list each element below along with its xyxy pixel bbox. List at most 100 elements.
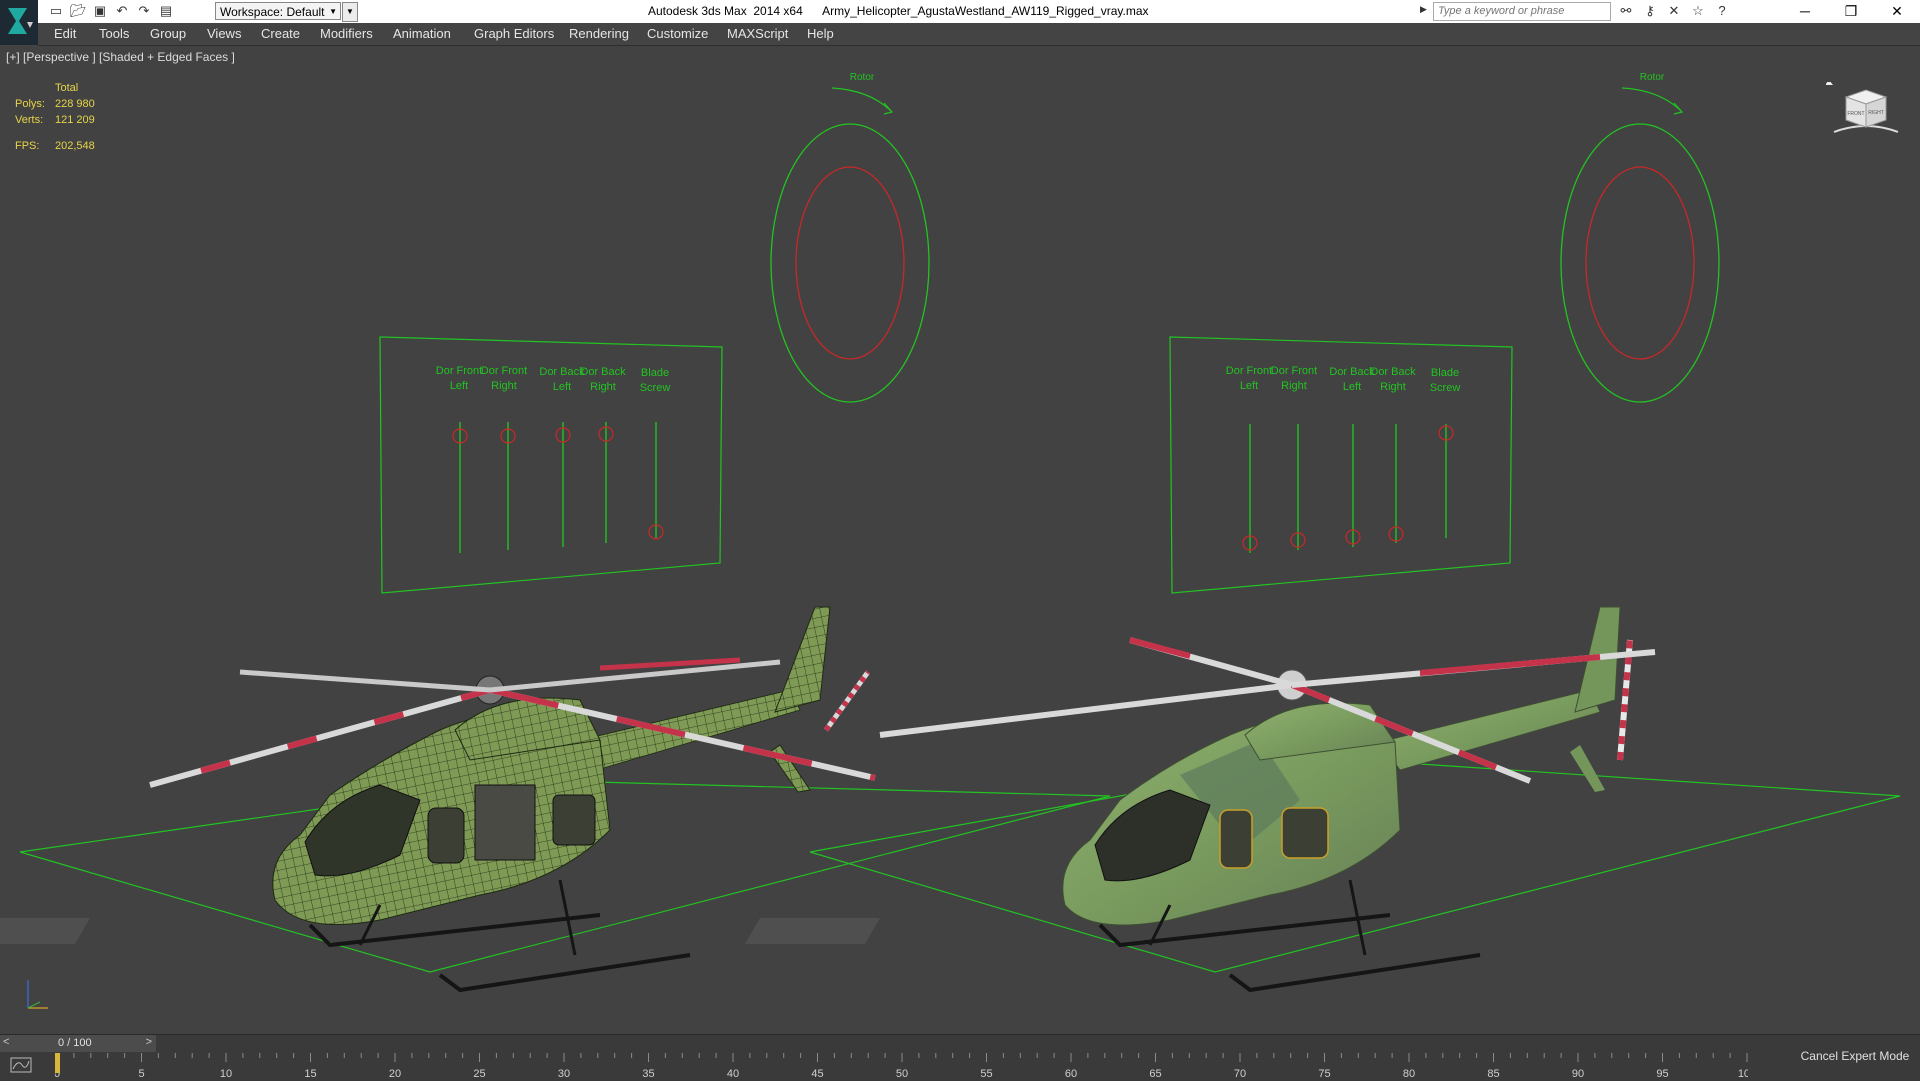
undo-icon[interactable]: ↶ bbox=[114, 3, 130, 19]
right-rotor-arrow bbox=[1621, 87, 1683, 113]
new-file-icon[interactable]: ▭ bbox=[48, 3, 64, 19]
right-slider-4-line2: Right bbox=[1380, 381, 1406, 393]
menu-help[interactable]: Help bbox=[807, 26, 834, 41]
track-tick-label: 60 bbox=[1065, 1068, 1077, 1080]
title-bar: ▭ 📂︎ ▣ ↶ ↷ ▤ Workspace: Default ▼ ▼ Auto… bbox=[0, 0, 1920, 23]
window-title: Autodesk 3ds Max 2014 x64 Army_Helicopte… bbox=[648, 4, 1149, 18]
left-slider-4-line1: Dor Back bbox=[580, 366, 626, 378]
infocenter-toolbar: ⚯ ⚷ ✕ ☆ ? bbox=[1617, 3, 1731, 19]
track-tick-label: 75 bbox=[1318, 1068, 1330, 1080]
right-rotor-ring[interactable] bbox=[1560, 123, 1720, 403]
stats-total-label: Total bbox=[55, 82, 79, 94]
left-slider-5-line1: Blade bbox=[641, 367, 669, 379]
left-slider-3-line2: Left bbox=[553, 381, 571, 393]
redo-icon[interactable]: ↷ bbox=[136, 3, 152, 19]
left-rotor-inner-ring[interactable] bbox=[795, 166, 905, 360]
track-tick-label: 10 bbox=[220, 1068, 232, 1080]
track-tick-label: 85 bbox=[1487, 1068, 1499, 1080]
right-slider-3-line2: Left bbox=[1343, 381, 1361, 393]
menu-rendering[interactable]: Rendering bbox=[569, 26, 629, 41]
right-rotor-label: Rotor bbox=[1640, 72, 1665, 83]
right-slider-3-line1: Dor Back bbox=[1329, 366, 1375, 378]
viewport-scene[interactable]: Dor Front Left Dor Front Right Dor Back … bbox=[0, 46, 1920, 1034]
next-frame-icon[interactable]: > bbox=[146, 1036, 152, 1048]
right-slider-tracks bbox=[1249, 424, 1447, 553]
open-file-icon[interactable]: 📂︎ bbox=[70, 3, 87, 19]
track-tick-label: 55 bbox=[980, 1068, 992, 1080]
menu-create[interactable]: Create bbox=[261, 26, 300, 41]
right-slider-1-line2: Left bbox=[1240, 380, 1258, 392]
track-tick-label: 35 bbox=[642, 1068, 654, 1080]
left-slider-5-line2: Screw bbox=[640, 382, 671, 394]
save-icon[interactable]: ▣ bbox=[92, 3, 108, 19]
cancel-expert-mode-button[interactable]: Cancel Expert Mode bbox=[1790, 1043, 1920, 1069]
binoculars-icon[interactable]: ⚯ bbox=[1617, 3, 1635, 19]
workspace-select[interactable]: Workspace: Default ▼ bbox=[215, 2, 341, 20]
menu-animation[interactable]: Animation bbox=[393, 26, 451, 41]
close-icon[interactable]: ✕ bbox=[1874, 0, 1920, 23]
left-rotor-label: Rotor bbox=[850, 72, 875, 83]
viewport-label[interactable]: [+] [Perspective ] [Shaded + Edged Faces… bbox=[6, 50, 235, 64]
right-slider-1-line1: Dor Front bbox=[1226, 365, 1272, 377]
polys-label: Polys: bbox=[15, 98, 45, 110]
right-slider-5-line2: Screw bbox=[1430, 382, 1461, 394]
viewcube-front-label: FRONT bbox=[1847, 111, 1864, 117]
fps-label: FPS: bbox=[15, 140, 40, 152]
left-helicopter-model[interactable] bbox=[0, 606, 876, 993]
right-slider-4-line1: Dor Back bbox=[1370, 366, 1416, 378]
perspective-viewport[interactable]: Dor Front Left Dor Front Right Dor Back … bbox=[0, 46, 1920, 1034]
track-tick-label: 20 bbox=[389, 1068, 401, 1080]
file-name: Army_Helicopter_AgustaWestland_AW119_Rig… bbox=[822, 4, 1149, 18]
caret-right-icon[interactable]: ▶ bbox=[1420, 4, 1427, 15]
right-slider-handles[interactable] bbox=[1242, 425, 1454, 551]
menu-customize[interactable]: Customize bbox=[647, 26, 708, 41]
curve-editor-icon[interactable] bbox=[10, 1057, 32, 1073]
left-rotor-ring[interactable] bbox=[770, 123, 930, 403]
left-rig-labels: Dor Front Left Dor Front Right Dor Back … bbox=[436, 365, 671, 394]
track-tick-label: 5 bbox=[138, 1068, 144, 1080]
right-rotor-inner-ring[interactable] bbox=[1585, 166, 1695, 360]
menu-maxscript[interactable]: MAXScript bbox=[727, 26, 788, 41]
track-tick-label: 40 bbox=[727, 1068, 739, 1080]
viewcube-right-label: RIGHT bbox=[1868, 110, 1884, 116]
menu-edit[interactable]: Edit bbox=[54, 26, 76, 41]
axis-tripod-icon bbox=[27, 980, 48, 1009]
track-tick-label: 70 bbox=[1234, 1068, 1246, 1080]
signin-icon[interactable]: ✕ bbox=[1665, 3, 1683, 19]
prev-frame-icon[interactable]: < bbox=[3, 1036, 9, 1048]
menu-bar: Edit Tools Group Views Create Modifiers … bbox=[38, 23, 1920, 46]
search-input[interactable] bbox=[1433, 2, 1611, 21]
track-tick-label: 80 bbox=[1403, 1068, 1415, 1080]
menu-modifiers[interactable]: Modifiers bbox=[320, 26, 373, 41]
workspace-dropdown-button[interactable]: ▼ bbox=[342, 2, 358, 22]
time-slider[interactable]: < 0 / 100 > bbox=[0, 1035, 156, 1052]
favorites-star-icon[interactable]: ☆ bbox=[1689, 3, 1707, 19]
left-slider-2-line2: Right bbox=[491, 380, 517, 392]
track-tick-label: 30 bbox=[558, 1068, 570, 1080]
scene-stats: Total Polys: 228 980 Verts: 121 209 FPS: 20… bbox=[15, 80, 95, 154]
app-menu-button[interactable] bbox=[0, 0, 38, 45]
left-slider-1-line2: Left bbox=[450, 380, 468, 392]
home-icon bbox=[1826, 82, 1833, 85]
track-tick-label: 50 bbox=[896, 1068, 908, 1080]
viewcube[interactable]: FRONT RIGHT bbox=[1826, 82, 1906, 136]
minimize-icon[interactable]: ─ bbox=[1782, 0, 1828, 23]
app-name: Autodesk 3ds Max 2014 x64 bbox=[648, 4, 803, 18]
menu-tools[interactable]: Tools bbox=[99, 26, 129, 41]
track-bar[interactable]: 0 5 10 15 20 25 30 35 40 45 50 55 60 65 70 75 80 85 90 95 10… bbox=[55, 1053, 1748, 1080]
menu-group[interactable]: Group bbox=[150, 26, 186, 41]
3dsmax-logo-icon bbox=[8, 8, 33, 34]
project-folder-icon[interactable]: ▤ bbox=[158, 3, 174, 19]
right-helicopter-model[interactable] bbox=[744, 606, 1656, 993]
menu-views[interactable]: Views bbox=[207, 26, 241, 41]
chevron-down-icon: ▼ bbox=[329, 7, 337, 16]
help-icon[interactable]: ? bbox=[1713, 3, 1731, 19]
left-slider-handles[interactable] bbox=[452, 426, 664, 540]
time-cursor bbox=[55, 1053, 60, 1073]
quick-access-toolbar: ▭ 📂︎ ▣ ↶ ↷ ▤ bbox=[48, 3, 174, 19]
right-slider-2-line2: Right bbox=[1281, 380, 1307, 392]
frame-display: 0 / 100 bbox=[58, 1037, 92, 1049]
menu-graph-editors[interactable]: Graph Editors bbox=[474, 26, 554, 41]
key-icon[interactable]: ⚷ bbox=[1641, 3, 1659, 19]
restore-icon[interactable]: ❐ bbox=[1828, 0, 1874, 23]
